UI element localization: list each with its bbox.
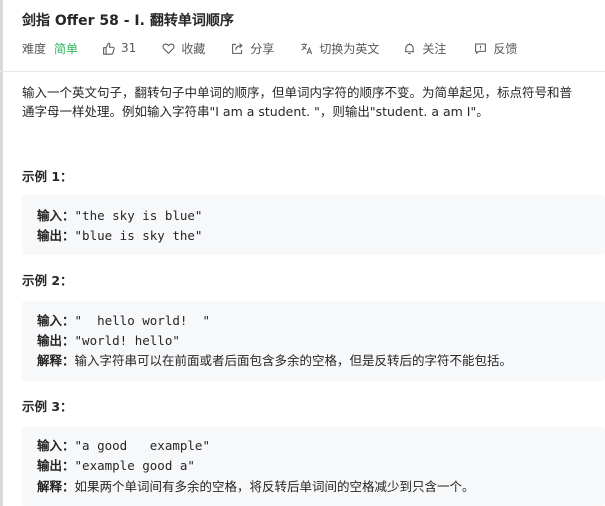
output-key: 输出： xyxy=(37,458,75,473)
heart-icon xyxy=(162,43,175,54)
favorite-label: 收藏 xyxy=(181,41,206,56)
output-value: "example good a" xyxy=(74,458,195,473)
example-1-title: 示例 1： xyxy=(22,169,73,184)
share-button[interactable]: 分享 xyxy=(231,40,274,57)
feedback-label: 反馈 xyxy=(493,41,518,56)
switch-language-label: 切换为英文 xyxy=(319,41,380,56)
output-value: "blue is sky the" xyxy=(74,228,203,243)
example-3-output: 输出："example good a" xyxy=(37,456,195,476)
example-3-block: 输入："a good example" 输出："example good a" … xyxy=(22,427,605,506)
left-edge-divider xyxy=(0,0,3,506)
explanation-value: 输入字符串可以在前面或者后面包含多余的空格，但是反转后的字符不能包括。 xyxy=(74,353,513,368)
problem-meta-bar: 难度 简单 31 收藏 分享 切换为英文 关注 反馈 xyxy=(22,38,517,58)
switch-language-button[interactable]: 切换为英文 xyxy=(300,40,379,57)
example-1-output: 输出："blue is sky the" xyxy=(37,226,202,246)
header-divider xyxy=(0,71,605,72)
example-1-input: 输入："the sky is blue" xyxy=(37,206,202,226)
problem-description: 输入一个英文句子，翻转句子中单词的顺序，但单词内字符的顺序不变。为简单起见，标点… xyxy=(22,83,600,121)
share-icon xyxy=(232,42,243,54)
example-2-block: 输入：" hello world! " 输出："world! hello" 解释… xyxy=(22,301,605,381)
example-2-output: 输出："world! hello" xyxy=(37,331,180,351)
example-3-title: 示例 3： xyxy=(22,399,73,414)
example-1-block: 输入："the sky is blue" 输出："blue is sky the… xyxy=(22,195,605,255)
input-value: " hello world! " xyxy=(74,313,210,328)
output-value: "world! hello" xyxy=(74,333,180,348)
example-3-input: 输入："a good example" xyxy=(37,436,210,456)
example-2-input: 输入：" hello world! " xyxy=(37,311,210,331)
output-key: 输出： xyxy=(37,228,75,243)
example-2-explanation: 解释：输入字符串可以在前面或者后面包含多余的空格，但是反转后的字符不能包括。 xyxy=(37,351,512,371)
explanation-value: 如果两个单词间有多余的空格，将反转后单词间的空格减少到只含一个。 xyxy=(74,479,475,494)
input-key: 输入： xyxy=(37,438,75,453)
explanation-key: 解释： xyxy=(37,479,75,494)
input-key: 输入： xyxy=(37,313,75,328)
follow-button[interactable]: 关注 xyxy=(403,40,446,57)
output-key: 输出： xyxy=(37,333,75,348)
problem-header: 剑指 Offer 58 - I. 翻转单词顺序 难度 简单 31 收藏 分享 切… xyxy=(22,10,605,56)
problem-title: 剑指 Offer 58 - I. 翻转单词顺序 xyxy=(22,13,234,29)
bell-icon xyxy=(405,42,415,54)
input-key: 输入： xyxy=(37,208,75,223)
like-button[interactable]: 31 xyxy=(102,41,136,55)
difficulty-label: 难度 xyxy=(22,41,47,56)
input-value: "a good example" xyxy=(74,438,210,453)
share-label: 分享 xyxy=(250,41,275,56)
translate-icon xyxy=(301,42,313,54)
description-line: 输入一个英文句子，翻转句子中单词的顺序，但单词内字符的顺序不变。为简单起见，标点… xyxy=(22,85,573,100)
example-3-explanation: 解释：如果两个单词间有多余的空格，将反转后单词间的空格减少到只含一个。 xyxy=(37,477,475,497)
explanation-key: 解释： xyxy=(37,353,75,368)
input-value: "the sky is blue" xyxy=(74,208,203,223)
description-line: 通字母一样处理。例如输入字符串"I am a student. "，则输出"st… xyxy=(22,104,489,119)
follow-label: 关注 xyxy=(422,41,447,56)
thumbs-up-icon xyxy=(103,42,115,55)
difficulty-value: 简单 xyxy=(54,41,79,56)
example-2-title: 示例 2： xyxy=(22,273,73,288)
like-count: 31 xyxy=(121,41,137,55)
feedback-button[interactable]: 反馈 xyxy=(474,40,517,57)
feedback-icon xyxy=(475,43,487,54)
favorite-button[interactable]: 收藏 xyxy=(162,40,205,57)
